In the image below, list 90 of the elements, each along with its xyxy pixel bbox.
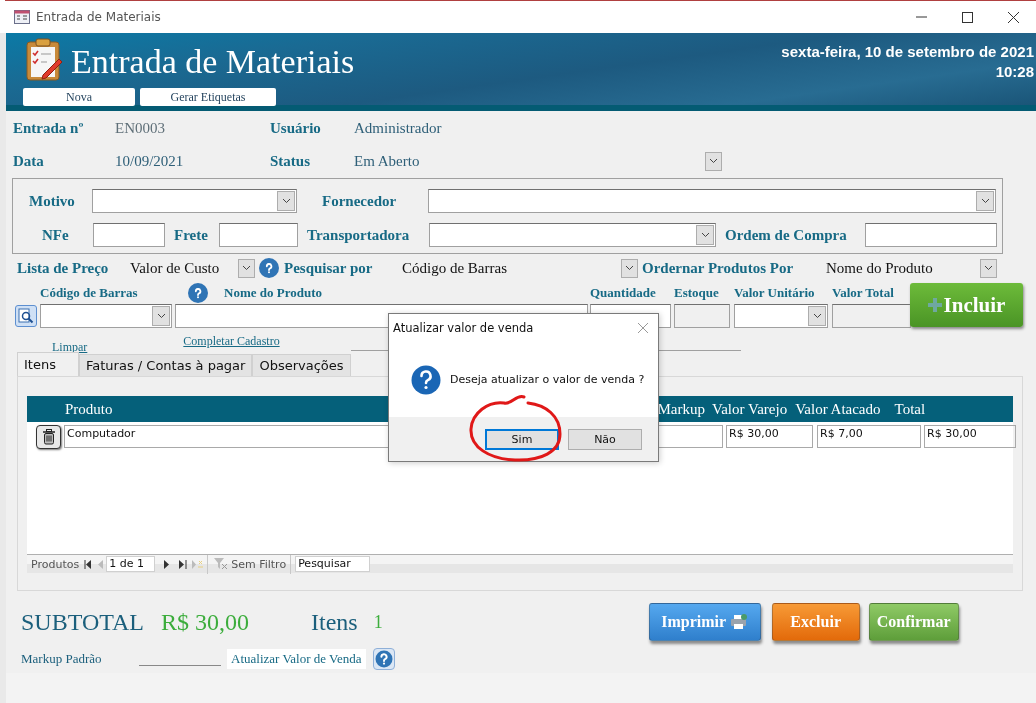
navigator-label: Produtos: [31, 557, 80, 571]
field-label: Ordem de Compra: [725, 226, 848, 244]
items-label: Itens: [311, 608, 358, 636]
help-button[interactable]: [372, 648, 395, 670]
tab[interactable]: Faturas / Contas à pagar: [79, 354, 253, 376]
column-label: Nome do Produto: [224, 285, 323, 301]
new-button[interactable]: Nova: [23, 88, 135, 106]
combo-box[interactable]: [92, 189, 297, 213]
field-label: Lista de Preço: [17, 259, 110, 277]
input-field[interactable]: [93, 223, 165, 247]
field-label: Data: [13, 152, 45, 170]
column-header: Total: [894, 400, 926, 418]
input-field[interactable]: [219, 223, 298, 247]
field-label: Motivo: [29, 192, 76, 210]
column-label: Quantidade: [590, 285, 657, 301]
clear-link[interactable]: Limpar: [52, 339, 88, 355]
column-header: Valor Atacado: [795, 400, 881, 418]
field-value: Valor de Custo: [130, 259, 221, 277]
field-label: Pesquisar por: [284, 259, 374, 277]
window-title: Entrada de Materiais: [36, 10, 161, 24]
help-icon[interactable]: [188, 283, 208, 303]
column-label: Valor Unitário: [734, 285, 816, 301]
plus-icon: [927, 298, 942, 312]
column-header: Markup: [657, 400, 705, 418]
dialog-title: Atualizar valor de venda: [393, 321, 534, 335]
table-cell: R$ 30,00: [924, 425, 1016, 448]
dialog-message: Deseja atualizar o valor de venda ?: [450, 373, 645, 386]
form-icon: [14, 10, 30, 24]
combo-box[interactable]: [734, 304, 828, 328]
tab[interactable]: Observações: [252, 354, 351, 376]
table-cell: R$ 7,00: [817, 425, 921, 448]
first-record-icon[interactable]: [84, 559, 93, 569]
filter-status[interactable]: Sem Filtro: [231, 557, 287, 571]
subtotal-value: R$ 30,00: [161, 608, 249, 636]
record-position-field[interactable]: 1 de 1: [106, 556, 156, 572]
items-count: 1: [373, 611, 383, 633]
field-value: Administrador: [354, 119, 442, 137]
field-label: Usuário: [270, 119, 322, 137]
field-value: EN0003: [115, 119, 166, 137]
input-field[interactable]: [674, 304, 730, 328]
time-text: 10:28: [995, 62, 1034, 82]
field-value: 10/09/2021: [115, 152, 185, 170]
navigator-search-field[interactable]: Pesquisar: [295, 556, 371, 572]
tab[interactable]: Itens: [17, 352, 79, 376]
question-icon: [411, 364, 441, 395]
combo-box[interactable]: [40, 304, 172, 328]
column-header: Produto: [65, 400, 113, 418]
dialog-button[interactable]: Não: [568, 428, 642, 450]
filter-icon[interactable]: [214, 558, 229, 570]
combo-box[interactable]: [429, 223, 716, 247]
last-record-icon[interactable]: [179, 559, 188, 569]
question-mark-icon: [263, 262, 275, 274]
field-value: Em Aberto: [354, 152, 421, 170]
field-label: Entrada nº: [13, 119, 85, 137]
field-value: Nome do Produto: [826, 259, 934, 277]
minimize-icon: [915, 16, 927, 18]
delete-row-button[interactable]: [36, 425, 61, 449]
combo-box[interactable]: [428, 189, 996, 213]
close-icon[interactable]: [638, 323, 648, 333]
question-mark-icon: [192, 287, 204, 299]
column-header: Valor Varejo: [712, 400, 788, 418]
clipboard-icon: [23, 38, 65, 82]
dialog-button[interactable]: Sim: [485, 428, 559, 450]
table-cell: R$ 30,00: [726, 425, 813, 448]
column-label: Valor Total: [832, 285, 894, 301]
close-icon: [1007, 11, 1019, 23]
input-field[interactable]: [865, 223, 997, 247]
field-value: Código de Barras: [402, 259, 508, 277]
next-record-icon[interactable]: [164, 559, 170, 569]
field-label: Ordernar Produtos Por: [642, 259, 795, 277]
column-label: Estoque: [674, 285, 720, 301]
input-field[interactable]: [832, 304, 911, 328]
field-label: Fornecedor: [322, 192, 398, 210]
printer-icon: [730, 614, 749, 630]
field-label: NFe: [42, 226, 70, 244]
field-label: Status: [270, 152, 311, 170]
field-label: Transportadora: [307, 226, 411, 244]
date-text: sexta-feira, 10 de setembro de 2021: [781, 42, 1034, 62]
column-label: Código de Barras: [40, 285, 139, 301]
help-icon[interactable]: [259, 258, 279, 278]
subtotal-label: SUBTOTAL: [21, 608, 144, 636]
search-button[interactable]: [15, 305, 37, 327]
update-price-button[interactable]: Atualizar Valor de Venda: [227, 649, 366, 669]
complete-link[interactable]: Completar Cadastro: [183, 333, 280, 349]
maximize-icon: [961, 11, 973, 23]
trash-icon: [41, 429, 56, 445]
labels-button[interactable]: Gerar Etiquetas: [140, 88, 276, 106]
markup-label: Markup Padrão: [21, 651, 103, 667]
form-title: Entrada de Materiais: [71, 42, 355, 82]
field-label: Frete: [174, 226, 209, 244]
